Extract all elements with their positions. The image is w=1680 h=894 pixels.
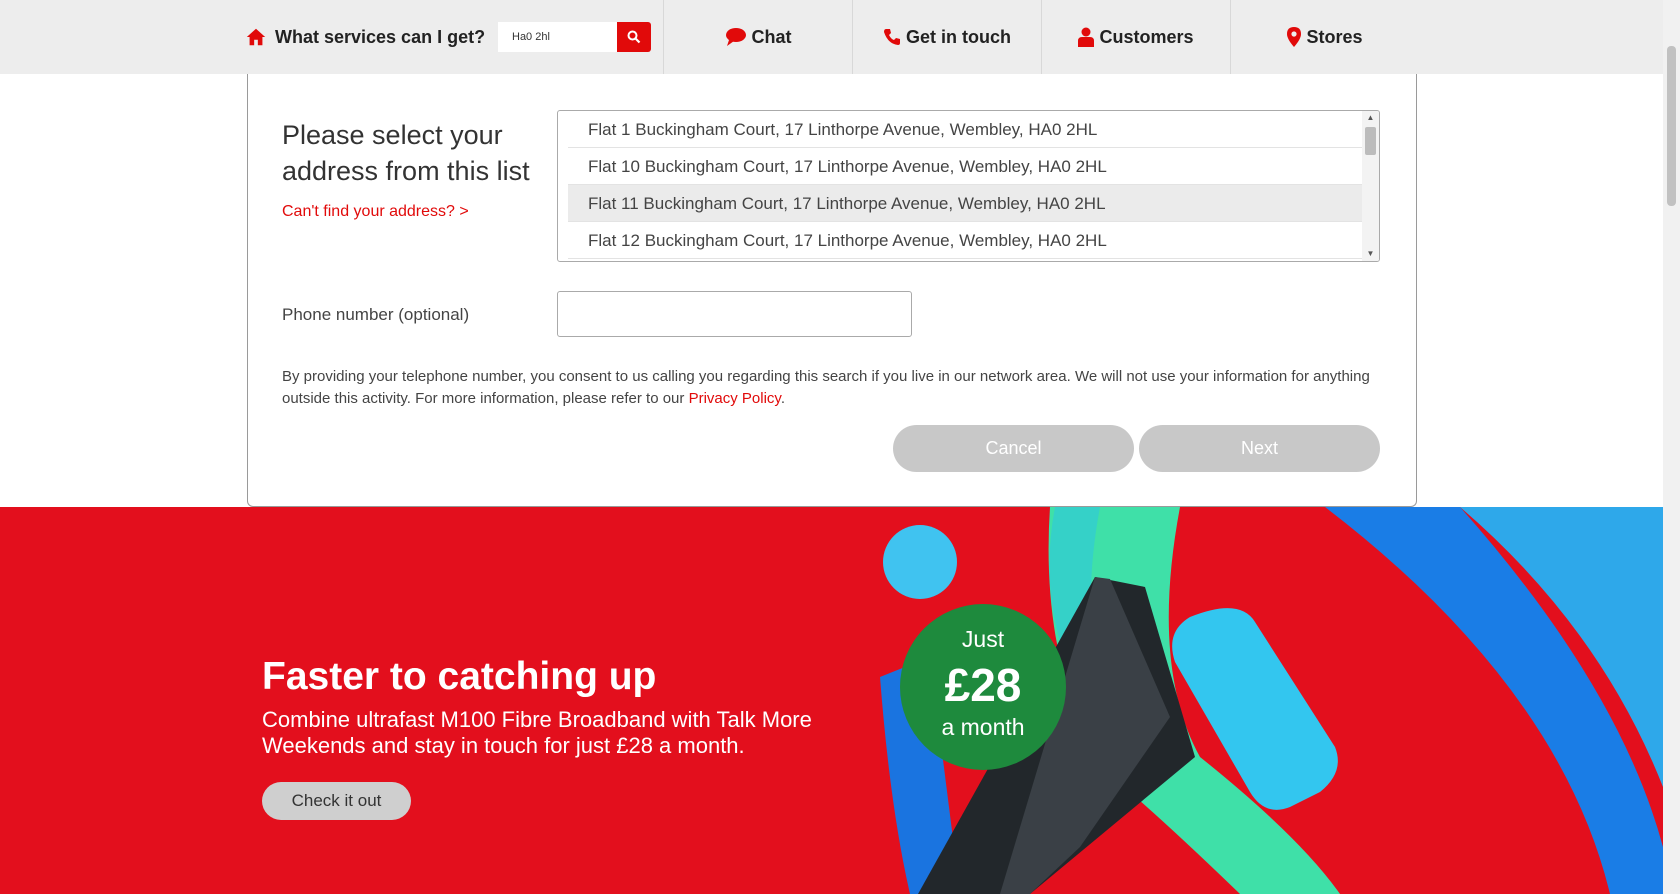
- address-select-list[interactable]: Flat 1 Buckingham Court, 17 Linthorpe Av…: [557, 110, 1380, 262]
- privacy-policy-link[interactable]: Privacy Policy: [689, 390, 781, 407]
- consent-body: By providing your telephone number, you …: [282, 368, 1370, 407]
- home-icon[interactable]: [245, 26, 267, 48]
- postcode-search-input[interactable]: [498, 22, 618, 52]
- services-checker: What services can I get?: [245, 20, 485, 54]
- page-title: Please select your address from this lis…: [282, 120, 530, 186]
- address-option[interactable]: Flat 10 Buckingham Court, 17 Linthorpe A…: [568, 148, 1362, 185]
- search-button[interactable]: [617, 22, 651, 52]
- promo-title: Faster to catching up: [262, 655, 657, 698]
- page-scrollbar[interactable]: [1663, 0, 1680, 894]
- promo-banner: Just £28 a month Faster to catching up C…: [0, 507, 1663, 894]
- promo-subtitle: Combine ultrafast M100 Fibre Broadband w…: [262, 707, 812, 758]
- consent-end: .: [780, 390, 785, 407]
- phone-input[interactable]: [557, 291, 912, 337]
- page-scroll-thumb[interactable]: [1667, 46, 1676, 206]
- badge-price: £28: [944, 659, 1022, 711]
- nav-stores[interactable]: Stores: [1230, 0, 1419, 74]
- consent-text: By providing your telephone number, you …: [282, 366, 1382, 410]
- scroll-down-icon[interactable]: ▼: [1362, 247, 1379, 261]
- map-pin-icon: [1287, 27, 1302, 47]
- address-list-scrollbar[interactable]: ▲ ▼: [1362, 111, 1379, 261]
- user-icon: [1078, 27, 1095, 47]
- nav-chat[interactable]: Chat: [663, 0, 852, 74]
- check-it-out-button[interactable]: Check it out: [262, 782, 411, 820]
- nav-customers[interactable]: Customers: [1041, 0, 1230, 74]
- phone-icon: [884, 29, 900, 45]
- promo-decoration: [880, 507, 1663, 894]
- nav-chat-label: Chat: [751, 26, 792, 47]
- address-option[interactable]: Flat 1 Buckingham Court, 17 Linthorpe Av…: [568, 111, 1362, 148]
- chat-icon: [725, 28, 746, 46]
- address-option[interactable]: Flat 12 Buckingham Court, 17 Linthorpe A…: [568, 222, 1362, 259]
- nav-get-in-touch-label: Get in touch: [906, 26, 1011, 47]
- scroll-thumb[interactable]: [1365, 127, 1376, 155]
- badge-just: Just: [961, 626, 1005, 652]
- cancel-button[interactable]: Cancel: [893, 425, 1134, 472]
- top-nav: What services can I get? Chat Get in tou…: [0, 0, 1663, 74]
- phone-label: Phone number (optional): [282, 305, 470, 324]
- badge-month: a month: [941, 714, 1025, 740]
- services-label: What services can I get?: [275, 26, 486, 47]
- scroll-up-icon[interactable]: ▲: [1362, 111, 1379, 125]
- address-option-selected[interactable]: Flat 11 Buckingham Court, 17 Linthorpe A…: [568, 185, 1362, 222]
- search-icon: [627, 30, 641, 44]
- nav-stores-label: Stores: [1306, 26, 1363, 47]
- nav-customers-label: Customers: [1099, 26, 1194, 47]
- cant-find-address-link[interactable]: Can't find your address? >: [282, 203, 469, 221]
- next-button[interactable]: Next: [1139, 425, 1380, 472]
- price-badge: Just £28 a month: [900, 604, 1066, 770]
- nav-get-in-touch[interactable]: Get in touch: [852, 0, 1041, 74]
